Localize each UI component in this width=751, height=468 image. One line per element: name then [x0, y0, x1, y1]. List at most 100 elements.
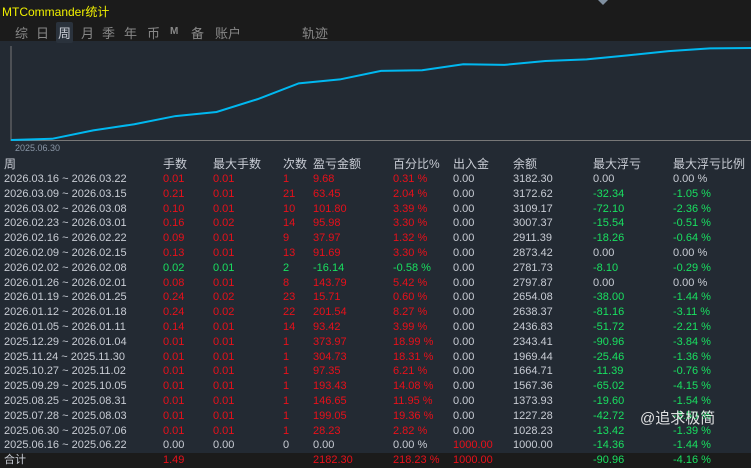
cell-col-4: 97.35 — [313, 365, 341, 378]
table-row[interactable]: 2026.02.16 ~ 2026.02.22 0.09 0.01 9 37.97 1.3… — [0, 231, 751, 246]
cell-col-8: -51.72 — [593, 320, 625, 333]
cell-col-3: 1 — [283, 424, 290, 437]
cell-col-6: 0.00 — [453, 409, 475, 422]
cell-col-7: 2654.08 — [513, 291, 553, 304]
table-row[interactable]: 2026.03.16 ~ 2026.03.22 0.01 0.01 1 9.68 0.31… — [0, 172, 751, 187]
cell-col-9: -0.29 % — [673, 261, 711, 274]
dropdown-marker-icon[interactable] — [598, 0, 608, 5]
cell-col-4: 盈亏金额 — [313, 157, 362, 171]
cell-col-5: 3.99 % — [393, 320, 428, 333]
table-row[interactable]: 2025.08.25 ~ 2025.08.31 0.01 0.01 1 146.65 11… — [0, 394, 751, 409]
cell-col-7: 3182.30 — [513, 173, 553, 185]
cell-col-5: 6.21 % — [393, 365, 428, 378]
cell-col-3: 14 — [283, 217, 296, 230]
cell-col-9: -4.16 % — [673, 454, 711, 467]
table-row[interactable]: 2025.10.27 ~ 2025.11.02 0.01 0.01 1 97.35 6.2… — [0, 364, 751, 379]
table-row[interactable]: 2026.03.02 ~ 2026.03.08 0.10 0.01 10 101.80 3… — [0, 202, 751, 217]
table-row[interactable]: 2026.02.09 ~ 2026.02.15 0.13 0.01 13 91.69 3.… — [0, 246, 751, 261]
cell-col-3: 2 — [283, 261, 290, 274]
cell-col-8: -11.39 — [593, 365, 624, 378]
cell-col-8: -42.72 — [593, 409, 625, 422]
tab-5[interactable]: 年 — [122, 22, 139, 43]
cell-col-4: 28.23 — [313, 424, 341, 437]
table-row[interactable]: 2025.07.28 ~ 2025.08.03 0.01 0.01 1 199.05 19… — [0, 409, 751, 424]
tab-4[interactable]: 季 — [100, 22, 117, 43]
cell-col-2: 0.01 — [213, 320, 235, 333]
cell-col-2: 0.01 — [213, 246, 235, 259]
cell-col-0: 2026.01.05 ~ 2026.01.11 — [4, 320, 126, 333]
cell-col-5: 18.31 % — [393, 350, 434, 363]
tab-7[interactable]: M — [168, 25, 180, 38]
tab-6[interactable]: 币 — [145, 22, 162, 43]
cell-col-8: -25.46 — [593, 350, 625, 363]
cell-col-5: 3.30 % — [393, 217, 428, 230]
tab-1[interactable]: 日 — [34, 22, 51, 43]
cell-col-2: 0.01 — [213, 380, 235, 393]
cell-col-8: -15.54 — [593, 217, 625, 230]
cell-col-0: 合计 — [4, 454, 26, 467]
cell-col-7: 2797.87 — [513, 276, 553, 289]
cell-col-2: 0.01 — [213, 261, 235, 274]
cell-col-8: -90.96 — [593, 335, 625, 348]
cell-col-0: 2026.02.16 ~ 2026.02.22 — [4, 232, 127, 245]
balance-line — [10, 47, 751, 141]
cell-col-6: 0.00 — [453, 380, 475, 393]
cell-col-8: -32.34 — [593, 187, 625, 200]
tab-10[interactable]: 轨迹 — [300, 22, 330, 43]
table-row[interactable]: 2026.01.05 ~ 2026.01.11 0.14 0.01 14 93.42 3.… — [0, 320, 751, 335]
cell-col-1: 0.01 — [163, 394, 185, 407]
cell-col-8: 0.00 — [593, 276, 615, 289]
table-row[interactable]: 2026.01.26 ~ 2026.02.01 0.08 0.01 8 143.79 5.… — [0, 276, 751, 291]
cell-col-6: 0.00 — [453, 246, 475, 259]
cell-col-8: 最大浮亏 — [593, 157, 642, 171]
cell-col-5: 1.32 % — [393, 232, 428, 245]
title-bar: MTCommander统计 — [0, 0, 751, 20]
cell-col-2: 0.02 — [213, 217, 235, 230]
tab-0[interactable]: 综 — [13, 22, 30, 43]
table-row[interactable]: 2026.03.09 ~ 2026.03.15 0.21 0.01 21 63.45 2.… — [0, 187, 751, 202]
cell-col-0: 2025.06.30 ~ 2025.07.06 — [4, 424, 127, 437]
cell-col-5: 14.08 % — [393, 380, 434, 393]
tab-9[interactable]: 账户 — [213, 22, 243, 43]
cell-col-3: 1 — [283, 350, 290, 363]
table-header[interactable]: 周 手数 最大手数 次数 盈亏金额 百分比% 出入金 余额 最大浮亏 最大浮亏比例 — [0, 156, 751, 172]
cell-col-9: -0.76 % — [673, 365, 711, 378]
cell-col-1: 0.08 — [163, 276, 185, 289]
cell-col-4: 63.45 — [313, 187, 341, 200]
cell-col-5: 11.95 % — [393, 394, 433, 407]
cell-col-3: 10 — [283, 202, 296, 215]
cell-col-3: 8 — [283, 276, 290, 289]
cell-col-7: 1373.93 — [513, 394, 553, 407]
cell-col-1: 0.24 — [163, 306, 185, 319]
cell-col-4: 93.42 — [313, 320, 341, 333]
table-row[interactable]: 2026.01.19 ~ 2026.01.25 0.24 0.02 23 15.71 0.… — [0, 290, 751, 305]
table-row[interactable]: 2026.02.02 ~ 2026.02.08 0.02 0.01 2 -16.14 -0… — [0, 261, 751, 276]
cell-col-6: 0.00 — [453, 424, 475, 437]
cell-col-8: -65.02 — [593, 380, 625, 393]
tab-8[interactable]: 备 — [189, 22, 206, 43]
cell-col-3: 1 — [283, 380, 290, 393]
cell-col-2: 0.01 — [213, 335, 235, 348]
cell-col-9: -3.84 % — [673, 335, 711, 348]
total-row[interactable]: 合计 1.49 2182.30 218.23 % 1000.00 -90.96 -4.16 … — [0, 453, 751, 468]
cell-col-1: 手数 — [163, 157, 188, 171]
cell-col-1: 0.02 — [163, 261, 185, 274]
table-row[interactable]: 2026.01.12 ~ 2026.01.18 0.24 0.02 22 201.54 8… — [0, 305, 751, 320]
cell-col-7: 3007.37 — [513, 217, 553, 230]
table-row[interactable]: 2025.09.29 ~ 2025.10.05 0.01 0.01 1 193.43 14… — [0, 379, 751, 394]
cell-col-6: 0.00 — [453, 306, 475, 319]
cell-col-4: 91.69 — [313, 246, 341, 259]
cell-col-2: 0.02 — [213, 291, 235, 304]
cell-col-4: 193.43 — [313, 380, 347, 393]
table-row[interactable]: 2025.12.29 ~ 2026.01.04 0.01 0.01 1 373.97 18… — [0, 335, 751, 350]
table-row[interactable]: 2026.02.23 ~ 2026.03.01 0.16 0.02 14 95.98 3.… — [0, 216, 751, 231]
tab-3[interactable]: 月 — [79, 22, 96, 43]
tab-2[interactable]: 周 — [56, 22, 74, 43]
cell-col-3: 21 — [283, 187, 296, 200]
cell-col-3: 13 — [283, 246, 296, 259]
cell-col-0: 2025.08.25 ~ 2025.08.31 — [4, 394, 127, 407]
cell-col-9: -0.51 % — [673, 217, 711, 230]
table-row[interactable]: 2025.11.24 ~ 2025.11.30 0.01 0.01 1 304.73 18… — [0, 350, 751, 365]
cell-col-1: 0.21 — [163, 187, 185, 200]
table-row[interactable]: 2025.06.30 ~ 2025.07.06 0.01 0.01 1 28.23 2.8… — [0, 424, 751, 439]
